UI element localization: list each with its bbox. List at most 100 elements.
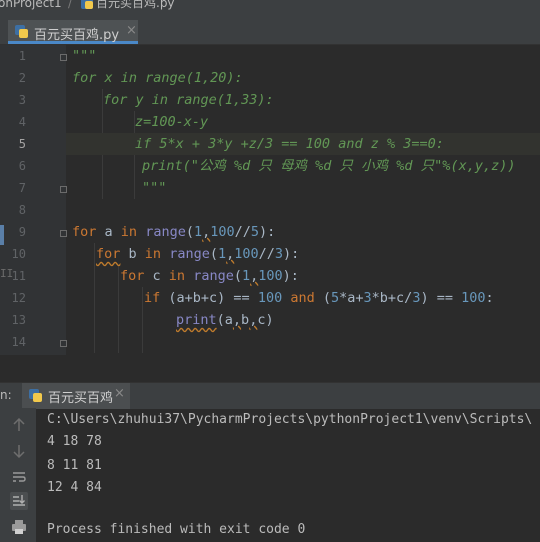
code-token: in: [144, 246, 162, 262]
run-tool-window-header: n: 百元买百鸡 ×: [0, 382, 540, 409]
tab-label: 百元买百鸡.py: [34, 28, 120, 43]
code-line-10: for b in range(1,100//3):: [96, 243, 540, 265]
code-token: if 5*x + 3*y +z/3 == 100 and z % 3==0:: [135, 136, 444, 152]
run-label: n:: [0, 388, 12, 402]
breadcrumb: onProject1 / 百元买百鸡.py: [0, 0, 540, 14]
line-number: 5: [18, 137, 26, 151]
code-editor[interactable]: """ for x in range(1,20): for y in range…: [66, 45, 540, 355]
scroll-to-end-icon[interactable]: [10, 492, 28, 510]
tab-run-config[interactable]: 百元买百鸡 ×: [22, 383, 130, 409]
code-token: if: [144, 290, 161, 306]
close-icon[interactable]: ×: [114, 386, 125, 401]
code-token: //: [234, 224, 251, 240]
console-exit-message: Process finished with exit code 0: [47, 522, 306, 537]
code-token: c): [257, 312, 274, 328]
code-token: """: [72, 48, 97, 64]
line-number: 7: [18, 181, 26, 195]
code-token: (: [209, 246, 218, 262]
code-line-13: print(a,b,c): [176, 309, 540, 331]
code-line-1: """: [72, 45, 540, 67]
code-token: """: [142, 180, 167, 196]
code-token: b: [120, 246, 145, 262]
code-token: for y in range(1,33):: [103, 92, 274, 108]
code-token: range: [145, 224, 186, 240]
soft-wrap-icon[interactable]: [10, 468, 28, 486]
code-token: (a: [216, 312, 233, 328]
side-marker: II: [0, 267, 14, 280]
line-number: 2: [18, 71, 26, 85]
code-token: and: [290, 290, 315, 306]
code-token: 3: [363, 290, 372, 306]
code-token: 100: [258, 268, 283, 284]
code-line-4: z=100-x-y: [135, 111, 540, 133]
code-token: 5: [250, 224, 260, 240]
breadcrumb-file[interactable]: 百元买百鸡.py: [96, 0, 175, 9]
code-token: (: [233, 268, 242, 284]
code-token: *a+: [339, 290, 364, 306]
editor-tab-bar: 百元买百鸡.py ×: [0, 14, 540, 45]
code-token: ,: [232, 312, 242, 328]
console-output-line: 12 4 84: [47, 480, 102, 495]
line-number: 10: [11, 247, 26, 261]
code-token: (: [314, 290, 331, 306]
arrow-up-icon[interactable]: [10, 416, 28, 434]
code-line-9: for a in range(1,100//5):: [72, 221, 540, 243]
run-console[interactable]: C:\Users\zhuhui37\PycharmProjects\python…: [36, 408, 540, 542]
code-token: *b+c/: [371, 290, 413, 306]
code-token: (: [185, 224, 194, 240]
print-icon[interactable]: [10, 518, 28, 536]
python-file-icon: [28, 388, 43, 407]
code-token: //: [258, 246, 275, 262]
code-token: 5: [331, 290, 340, 306]
code-token: ):: [283, 246, 300, 262]
line-number: 13: [11, 313, 26, 327]
code-token: range: [169, 246, 210, 262]
code-line-6: print("公鸡 %d 只 母鸡 %d 只 小鸡 %d 只"%(x,y,z)): [142, 155, 540, 177]
code-token: ):: [259, 224, 276, 240]
code-line-7: """: [142, 177, 540, 199]
code-token: ):: [282, 268, 299, 284]
code-token: :: [485, 290, 494, 306]
code-token: 100: [210, 224, 235, 240]
code-token: 100: [234, 246, 259, 262]
code-token: for: [72, 224, 97, 240]
line-number: 12: [11, 291, 26, 305]
run-toolbar: [0, 408, 36, 542]
line-number: 6: [18, 159, 26, 173]
console-output-line: 4 18 78: [47, 434, 102, 449]
code-token: (a+b+c) ==: [160, 290, 258, 306]
python-file-icon: [14, 24, 29, 43]
code-token: in: [168, 268, 186, 284]
code-line-3: for y in range(1,33):: [103, 89, 540, 111]
code-token: print("公鸡 %d 只 母鸡 %d 只 小鸡 %d 只"%(x,y,z)): [142, 158, 516, 174]
line-number: 14: [11, 335, 26, 349]
arrow-down-icon[interactable]: [10, 442, 28, 460]
line-number: 3: [18, 93, 26, 107]
python-file-icon: [80, 0, 94, 12]
code-token: for x in range(1,20):: [72, 70, 243, 86]
line-number: 4: [18, 115, 26, 129]
console-output-line: 8 11 81: [47, 458, 102, 473]
line-number-gutter: 1 2 3 4 5 6 7 8 9 10 11 12 13 14 II: [0, 45, 67, 355]
code-token: for: [96, 246, 121, 262]
code-token: range: [193, 268, 234, 284]
code-token: ) ==: [420, 290, 462, 306]
code-token: 3: [274, 246, 284, 262]
code-token: print: [176, 312, 217, 328]
code-token: b: [241, 312, 250, 328]
tab-main-file[interactable]: 百元买百鸡.py ×: [8, 20, 138, 44]
code-token: 100: [257, 290, 283, 306]
code-token: 100: [461, 290, 486, 306]
line-number: 8: [18, 203, 26, 217]
code-token: 1: [217, 246, 227, 262]
bookmark-strip: [0, 225, 4, 245]
breadcrumb-project[interactable]: onProject1: [0, 0, 62, 9]
code-line-12: if (a+b+c) == 100 and (5*a+3*b+c/3) == 1…: [144, 287, 540, 309]
close-icon[interactable]: ×: [126, 23, 137, 38]
breadcrumb-separator: /: [68, 0, 73, 10]
